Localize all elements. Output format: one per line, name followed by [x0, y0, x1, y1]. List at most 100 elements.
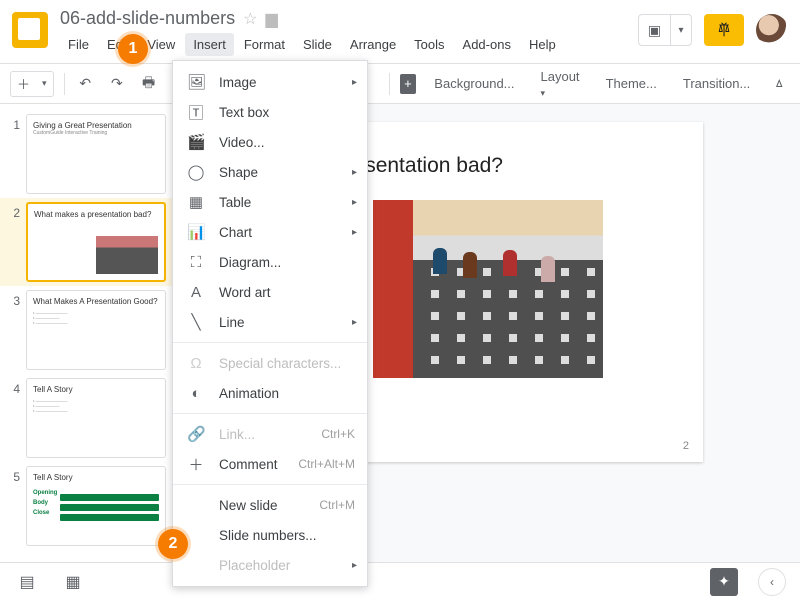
menu-slide[interactable]: Slide: [295, 33, 340, 56]
menu-item-image[interactable]: 🖼 Image ▸: [173, 67, 367, 97]
filmstrip-view-icon[interactable]: ▤: [14, 569, 40, 595]
menu-item-link: 🔗 Link... Ctrl+K: [173, 419, 367, 449]
move-folder-icon[interactable]: ▆: [265, 9, 277, 29]
menu-item-word-art[interactable]: A Word art: [173, 277, 367, 307]
thumb-number: 2: [8, 206, 20, 220]
avatar[interactable]: [756, 14, 788, 46]
menu-item-label: Image: [219, 75, 257, 90]
thumb-number: 3: [8, 294, 20, 308]
add-button[interactable]: +: [400, 74, 417, 94]
menu-item-label: Comment: [219, 457, 278, 472]
menu-item-label: New slide: [219, 498, 278, 513]
present-button[interactable]: ▣ ▾: [638, 14, 692, 46]
menu-item-special-characters: Ω Special characters...: [173, 348, 367, 378]
slide-thumb[interactable]: What makes a presentation bad?: [26, 202, 166, 282]
step-badge-1: 1: [118, 34, 148, 64]
step-badge-2: 2: [158, 529, 188, 559]
submenu-arrow-icon: ▸: [352, 560, 357, 571]
comment-icon: ＋: [187, 454, 205, 475]
menu-item-line[interactable]: ╲ Line ▸: [173, 307, 367, 337]
wordart-icon: A: [187, 284, 205, 301]
thumb-number: 1: [8, 118, 20, 132]
menu-file[interactable]: File: [60, 33, 97, 56]
menu-item-animation[interactable]: ◐ Animation: [173, 378, 367, 408]
link-icon: 🔗: [187, 425, 205, 443]
menu-item-table[interactable]: ▦ Table ▸: [173, 187, 367, 217]
menu-item-chart[interactable]: 📊 Chart ▸: [173, 217, 367, 247]
textbox-icon: 🅃: [187, 102, 205, 123]
star-icon[interactable]: ☆: [243, 9, 257, 29]
menu-item-shape[interactable]: ◯ Shape ▸: [173, 157, 367, 187]
menu-item-label: Shape: [219, 165, 258, 180]
print-button[interactable]: 🖶: [138, 71, 160, 97]
slide-thumb[interactable]: Tell A Story• ————————• ——————• ————————: [26, 378, 166, 458]
menu-item-label: Link...: [219, 427, 255, 442]
account-chip[interactable]: 𐄷: [704, 14, 744, 46]
undo-button[interactable]: ↶: [74, 71, 96, 97]
shortcut-label: Ctrl+K: [321, 427, 355, 441]
menu-item-label: Placeholder: [219, 558, 290, 573]
omega-icon: Ω: [187, 355, 205, 372]
anim-icon: ◐: [187, 385, 205, 402]
menu-item-label: Slide numbers...: [219, 528, 317, 543]
theme-button[interactable]: Theme...: [598, 72, 665, 95]
slide-thumb[interactable]: Tell A StoryOpeningBodyClose: [26, 466, 166, 546]
chart-icon: 📊: [187, 223, 205, 241]
thumb-number: 5: [8, 470, 20, 484]
slide-image[interactable]: [373, 200, 603, 378]
menu-item-label: Line: [219, 315, 245, 330]
submenu-arrow-icon: ▸: [352, 317, 357, 328]
insert-menu: 🖼Image▸🅃Text box🎬Video...◯Shape▸▦Table▸📊…: [172, 60, 368, 587]
menu-item-placeholder: Placeholder ▸: [173, 550, 367, 580]
menu-tools[interactable]: Tools: [406, 33, 452, 56]
menu-item-label: Animation: [219, 386, 279, 401]
menu-item-label: Diagram...: [219, 255, 281, 270]
menu-item-label: Table: [219, 195, 251, 210]
menu-item-label: Text box: [219, 105, 269, 120]
doc-title[interactable]: 06-add-slide-numbers: [60, 8, 235, 29]
menu-item-comment[interactable]: ＋ Comment Ctrl+Alt+M: [173, 449, 367, 479]
menu-item-label: Special characters...: [219, 356, 341, 371]
slide-thumb[interactable]: What Makes A Presentation Good?• ———————…: [26, 290, 166, 370]
collapse-toolbar-icon[interactable]: ㅿ: [768, 71, 790, 97]
menu-help[interactable]: Help: [521, 33, 564, 56]
shortcut-label: Ctrl+Alt+M: [298, 457, 355, 471]
menu-item-text-box[interactable]: 🅃 Text box: [173, 97, 367, 127]
redo-button[interactable]: ↷: [106, 71, 128, 97]
new-slide-button[interactable]: ＋▾: [10, 71, 54, 97]
scroll-left-button[interactable]: ‹: [758, 568, 786, 596]
image-icon: 🖼: [187, 73, 205, 91]
slide-thumb[interactable]: Giving a Great PresentationCustomGuide I…: [26, 114, 166, 194]
menu-arrange[interactable]: Arrange: [342, 33, 404, 56]
thumb-number: 4: [8, 382, 20, 396]
slide-number: 2: [683, 440, 689, 452]
menu-item-label: Video...: [219, 135, 265, 150]
menu-item-video[interactable]: 🎬 Video...: [173, 127, 367, 157]
menu-item-slide-numbers[interactable]: Slide numbers...: [173, 520, 367, 550]
menu-add-ons[interactable]: Add-ons: [455, 33, 519, 56]
submenu-arrow-icon: ▸: [352, 167, 357, 178]
diagram-icon: ⛶: [187, 254, 205, 271]
submenu-arrow-icon: ▸: [352, 197, 357, 208]
shortcut-label: Ctrl+M: [319, 498, 355, 512]
menu-item-diagram[interactable]: ⛶ Diagram...: [173, 247, 367, 277]
video-icon: 🎬: [187, 133, 205, 151]
menu-item-label: Chart: [219, 225, 252, 240]
table-icon: ▦: [187, 193, 205, 211]
explore-button[interactable]: ✦: [710, 568, 738, 596]
submenu-arrow-icon: ▸: [352, 77, 357, 88]
menu-item-new-slide[interactable]: New slide Ctrl+M: [173, 490, 367, 520]
layout-button[interactable]: Layout ▾: [533, 65, 588, 103]
background-button[interactable]: Background...: [426, 72, 522, 95]
present-icon: ▣: [639, 15, 671, 45]
menu-format[interactable]: Format: [236, 33, 293, 56]
transition-button[interactable]: Transition...: [675, 72, 758, 95]
present-dropdown-icon[interactable]: ▾: [671, 25, 691, 36]
menu-item-label: Word art: [219, 285, 271, 300]
line-icon: ╲: [187, 313, 205, 331]
grid-view-icon[interactable]: ▦: [60, 569, 86, 595]
menu-insert[interactable]: Insert: [185, 33, 234, 56]
slides-logo[interactable]: [12, 12, 48, 48]
shape-icon: ◯: [187, 163, 205, 181]
submenu-arrow-icon: ▸: [352, 227, 357, 238]
